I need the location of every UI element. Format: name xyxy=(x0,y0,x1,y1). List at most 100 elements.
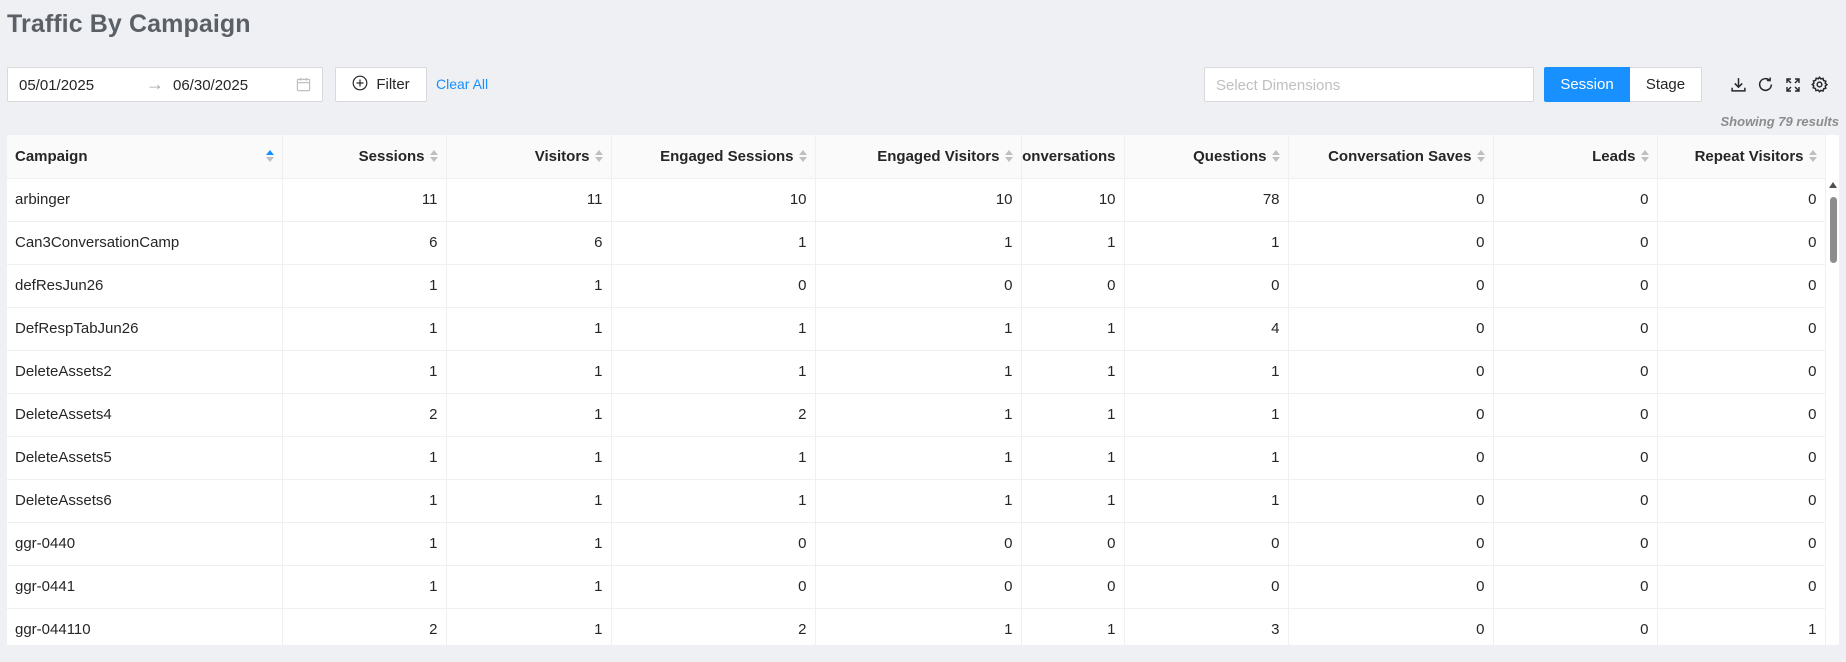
metric-cell: 1 xyxy=(1124,436,1289,480)
column-header-conversation-saves[interactable]: Conversation Saves xyxy=(1288,135,1494,179)
metric-cell: 0 xyxy=(1493,178,1658,222)
stage-toggle[interactable]: Stage xyxy=(1630,67,1702,102)
scroll-up-icon[interactable] xyxy=(1829,182,1837,188)
metric-cell: 0 xyxy=(1288,264,1494,308)
metric-cell: 0 xyxy=(1657,522,1826,566)
metric-cell: 0 xyxy=(1288,393,1494,437)
metric-cell: 0 xyxy=(1021,264,1125,308)
metric-cell: 1 xyxy=(815,221,1022,265)
results-count: Showing 79 results xyxy=(1720,114,1839,129)
sort-icon[interactable] xyxy=(265,150,274,163)
plus-circle-icon xyxy=(352,75,368,95)
table-row[interactable]: DeleteAssets6 1 1 1 1 1 1 0 0 0 xyxy=(7,479,1826,523)
table-row[interactable]: Can3ConversationCamp 6 6 1 1 1 1 0 0 0 xyxy=(7,221,1826,265)
sort-icon[interactable] xyxy=(1271,150,1280,163)
calendar-icon[interactable] xyxy=(296,77,311,96)
metric-cell: 0 xyxy=(1493,565,1658,609)
table-row[interactable]: DeleteAssets5 1 1 1 1 1 1 0 0 0 xyxy=(7,436,1826,480)
metric-cell: 1 xyxy=(282,436,447,480)
date-start-input[interactable]: 05/01/2025 xyxy=(19,77,94,94)
column-header-leads[interactable]: Leads xyxy=(1493,135,1658,179)
session-toggle[interactable]: Session xyxy=(1544,67,1630,102)
metric-cell: 1 xyxy=(1021,393,1125,437)
metric-cell: 0 xyxy=(1288,479,1494,523)
download-icon[interactable] xyxy=(1729,75,1748,94)
metric-cell: 0 xyxy=(1657,565,1826,609)
metric-cell: 0 xyxy=(1124,522,1289,566)
date-separator: → xyxy=(146,74,164,94)
table-tools xyxy=(1729,75,1829,94)
metric-cell: 1 xyxy=(446,350,612,394)
sort-icon[interactable] xyxy=(798,150,807,163)
sort-icon[interactable] xyxy=(1476,150,1485,163)
metric-cell: 1 xyxy=(282,264,447,308)
metric-cell: 0 xyxy=(1493,350,1658,394)
date-end-input[interactable]: 06/30/2025 xyxy=(173,77,248,94)
column-header-sessions[interactable]: Sessions xyxy=(282,135,447,179)
metric-cell: 1 xyxy=(446,307,612,351)
table-scrollbar[interactable] xyxy=(1827,178,1839,645)
metric-cell: 6 xyxy=(282,221,447,265)
table-row[interactable]: DeleteAssets4 2 1 2 1 1 1 0 0 0 xyxy=(7,393,1826,437)
campaign-cell: ggr-0441 xyxy=(7,565,283,609)
table-row[interactable]: DeleteAssets2 1 1 1 1 1 1 0 0 0 xyxy=(7,350,1826,394)
metric-cell: 1 xyxy=(282,522,447,566)
metric-cell: 1 xyxy=(446,479,612,523)
table-row[interactable]: arbinger 11 11 10 10 10 78 0 0 0 xyxy=(7,178,1826,222)
metric-cell: 1 xyxy=(1021,350,1125,394)
sort-icon[interactable] xyxy=(429,150,438,163)
column-header-campaign[interactable]: Campaign xyxy=(7,135,283,179)
metric-cell: 0 xyxy=(1288,608,1494,645)
metric-cell: 1 xyxy=(611,221,816,265)
metric-cell: 0 xyxy=(611,565,816,609)
column-header-conversations[interactable]: Conversations xyxy=(1021,135,1125,179)
metric-cell: 0 xyxy=(1657,264,1826,308)
fullscreen-icon[interactable] xyxy=(1783,75,1802,94)
metric-cell: 2 xyxy=(611,608,816,645)
sort-icon[interactable] xyxy=(1640,150,1649,163)
metric-cell: 78 xyxy=(1124,178,1289,222)
sort-icon[interactable] xyxy=(1004,150,1013,163)
metric-cell: 1 xyxy=(1124,221,1289,265)
column-header-questions[interactable]: Questions xyxy=(1124,135,1289,179)
metric-cell: 1 xyxy=(1124,393,1289,437)
metric-cell: 1 xyxy=(446,393,612,437)
metric-cell: 1 xyxy=(446,565,612,609)
metric-cell: 0 xyxy=(1657,436,1826,480)
column-header-repeat-visitors[interactable]: Repeat Visitors xyxy=(1657,135,1826,179)
metric-cell: 0 xyxy=(1124,264,1289,308)
sort-icon[interactable] xyxy=(1808,150,1817,163)
metric-cell: 1 xyxy=(1021,436,1125,480)
metric-cell: 0 xyxy=(1493,307,1658,351)
table-row[interactable]: defResJun26 1 1 0 0 0 0 0 0 0 xyxy=(7,264,1826,308)
date-range-picker[interactable]: 05/01/2025 → 06/30/2025 xyxy=(7,67,323,102)
column-header-visitors[interactable]: Visitors xyxy=(446,135,612,179)
table-row[interactable]: ggr-0440 1 1 0 0 0 0 0 0 0 xyxy=(7,522,1826,566)
settings-icon[interactable] xyxy=(1810,75,1829,94)
scrollbar-thumb[interactable] xyxy=(1830,197,1837,263)
column-header-engaged-visitors[interactable]: Engaged Visitors xyxy=(815,135,1022,179)
campaign-cell: DeleteAssets6 xyxy=(7,479,283,523)
metric-cell: 1 xyxy=(1657,608,1826,645)
table-row[interactable]: ggr-044110 2 1 2 1 1 3 0 0 1 xyxy=(7,608,1826,645)
campaign-cell: ggr-0440 xyxy=(7,522,283,566)
metric-cell: 1 xyxy=(815,479,1022,523)
metric-cell: 0 xyxy=(815,264,1022,308)
metric-cell: 1 xyxy=(446,264,612,308)
metric-cell: 3 xyxy=(1124,608,1289,645)
metric-cell: 1 xyxy=(446,522,612,566)
select-dimensions-input[interactable]: Select Dimensions xyxy=(1204,67,1534,102)
campaign-cell: ggr-044110 xyxy=(7,608,283,645)
metric-cell: 0 xyxy=(1288,522,1494,566)
metric-cell: 0 xyxy=(1657,178,1826,222)
refresh-icon[interactable] xyxy=(1756,75,1775,94)
filter-button[interactable]: Filter xyxy=(335,67,427,102)
clear-all-link[interactable]: Clear All xyxy=(436,76,488,92)
table-row[interactable]: ggr-0441 1 1 0 0 0 0 0 0 0 xyxy=(7,565,1826,609)
column-header-engaged-sessions[interactable]: Engaged Sessions xyxy=(611,135,816,179)
sort-icon[interactable] xyxy=(594,150,603,163)
table-row[interactable]: DefRespTabJun26 1 1 1 1 1 4 0 0 0 xyxy=(7,307,1826,351)
metric-cell: 1 xyxy=(446,436,612,480)
metric-cell: 0 xyxy=(1288,307,1494,351)
metric-cell: 0 xyxy=(1493,221,1658,265)
